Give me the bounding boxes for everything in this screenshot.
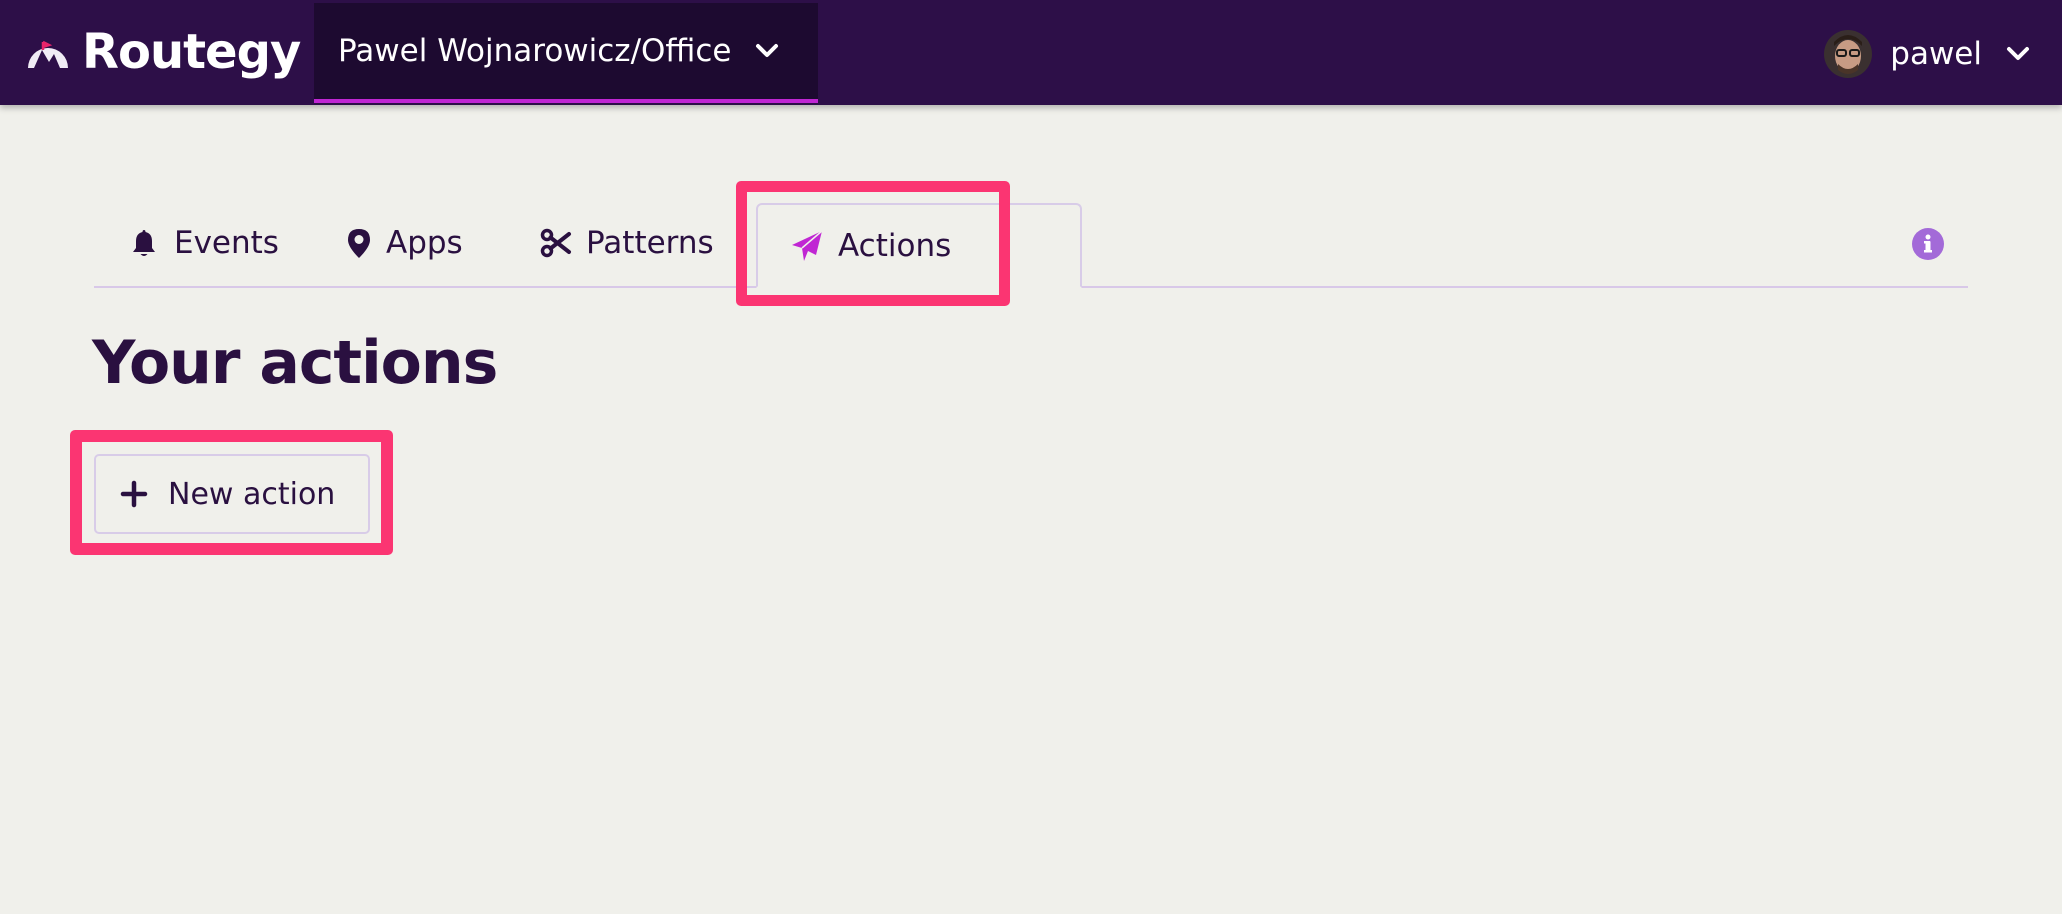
tab-patterns[interactable]: Patterns [540,200,714,286]
map-pin-icon [348,229,370,258]
info-icon[interactable] [1912,228,1944,260]
page-title: Your actions [92,328,498,398]
organization-name: Pawel Wojnarowicz/Office [338,33,732,69]
new-action-label: New action [168,476,336,512]
paper-plane-icon [792,229,823,261]
tab-label: Events [174,225,279,261]
tab-actions[interactable]: Actions [756,203,1082,288]
chevron-down-icon [755,44,778,57]
tab-label: Actions [838,227,952,264]
mountain-logo-icon [28,40,68,68]
tab-label: Patterns [586,225,714,261]
organization-selector[interactable]: Pawel Wojnarowicz/Office [314,3,818,103]
avatar [1824,30,1873,78]
bell-icon [133,230,155,256]
brand-name: Routegy [82,24,301,80]
user-name: pawel [1890,36,1982,72]
top-navigation-bar: Routegy Pawel Wojnarowicz/Office pawel [0,0,2062,105]
user-avatar-icon [1824,30,1873,78]
plus-icon [120,480,148,508]
tab-events[interactable]: Events [128,200,279,286]
tab-label: Apps [386,225,463,261]
chevron-down-icon [2007,47,2029,60]
scissors-icon [540,228,571,258]
tab-apps[interactable]: Apps [346,200,463,286]
new-action-button[interactable]: New action [94,454,370,534]
brand-logo[interactable]: Routegy [24,22,301,82]
user-menu[interactable]: pawel [1824,28,2032,80]
section-tabs: Events Apps Patterns Actions [94,200,1968,288]
